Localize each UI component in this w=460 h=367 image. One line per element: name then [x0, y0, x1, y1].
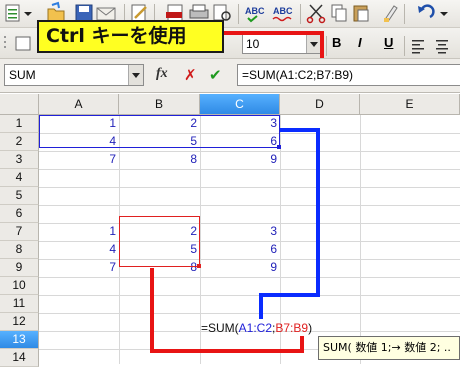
- accept-icon[interactable]: ✔: [209, 66, 222, 84]
- formula-ref2: B7:B9: [275, 321, 309, 335]
- row-header-6[interactable]: 6: [0, 205, 39, 223]
- formula-prefix: =SUM(: [201, 321, 239, 335]
- cell-a9[interactable]: 7: [39, 259, 119, 277]
- toolbar-separator: [326, 36, 327, 56]
- row-header-10[interactable]: 10: [0, 277, 39, 295]
- row-header-11[interactable]: 11: [0, 295, 39, 313]
- svg-text:ABC: ABC: [245, 6, 265, 16]
- email-icon[interactable]: [96, 7, 116, 21]
- name-box[interactable]: SUM: [4, 64, 144, 86]
- range-handle[interactable]: [197, 264, 201, 268]
- grid-line: [39, 169, 460, 170]
- svg-text:ABC: ABC: [273, 6, 293, 16]
- grid-line: [39, 187, 460, 188]
- grid-line: [39, 313, 460, 314]
- range-handle[interactable]: [277, 145, 281, 149]
- font-size-value: 10: [246, 37, 260, 51]
- open-folder-icon[interactable]: [47, 1, 65, 22]
- row-header-7[interactable]: 7: [0, 223, 39, 241]
- function-wizard-button[interactable]: fx: [156, 66, 178, 86]
- toolbar-separator: [404, 36, 405, 56]
- grid-line: [39, 277, 460, 278]
- reference-range-b7-b9: [119, 216, 200, 267]
- dropdown-arrow-icon[interactable]: [24, 12, 32, 16]
- cell-c13-editor[interactable]: =SUM(A1:C2;B7:B9): [201, 320, 312, 338]
- edit-file-icon[interactable]: [131, 4, 147, 22]
- cell-a8[interactable]: 4: [39, 241, 119, 259]
- caption-banner: Ctrl キーを使用: [37, 20, 224, 53]
- bold-button[interactable]: B: [332, 35, 341, 55]
- underline-button[interactable]: U: [384, 35, 393, 55]
- chevron-down-icon[interactable]: [128, 65, 143, 85]
- cell-c3[interactable]: 9: [200, 151, 280, 169]
- cancel-icon[interactable]: ✗: [184, 66, 197, 84]
- align-center-icon[interactable]: [436, 40, 448, 54]
- cell-c7[interactable]: 3: [200, 223, 280, 241]
- styles-icon: [15, 36, 31, 51]
- row-header-5[interactable]: 5: [0, 187, 39, 205]
- formula-text: =SUM(A1:C2;B7:B9): [242, 68, 354, 82]
- formula-input[interactable]: =SUM(A1:C2;B7:B9): [237, 64, 460, 86]
- grid-line: [360, 115, 361, 364]
- row-header-9[interactable]: 9: [0, 259, 39, 277]
- row-header-2[interactable]: 2: [0, 133, 39, 151]
- formula-ref1: A1:C2: [238, 321, 273, 335]
- function-tooltip: SUM( 数値 1;→ 数値 2; ..: [318, 336, 460, 360]
- reference-range-a1-c2: [39, 115, 280, 148]
- font-size-select[interactable]: 10: [242, 34, 322, 54]
- paste-icon[interactable]: [353, 5, 369, 22]
- print-icon[interactable]: [189, 4, 209, 19]
- new-document-icon[interactable]: [5, 4, 20, 22]
- grid-line: [39, 295, 460, 296]
- toolbar-grip: [4, 36, 31, 51]
- formula-suffix: ): [308, 321, 313, 335]
- name-box-value: SUM: [9, 68, 36, 82]
- save-icon[interactable]: [75, 4, 93, 22]
- column-header-a[interactable]: A: [39, 94, 119, 115]
- copy-icon[interactable]: [331, 4, 347, 22]
- row-header-4[interactable]: 4: [0, 169, 39, 187]
- column-header-d[interactable]: D: [280, 94, 360, 115]
- grid-line: [39, 205, 460, 206]
- column-header-b[interactable]: B: [119, 94, 200, 115]
- print-preview-icon[interactable]: [213, 4, 231, 21]
- undo-dropdown-icon[interactable]: [440, 12, 448, 16]
- row-header-8[interactable]: 8: [0, 241, 39, 259]
- cut-icon[interactable]: [306, 4, 326, 24]
- clone-formatting-icon[interactable]: [384, 5, 398, 22]
- alignment-icons: [412, 40, 448, 54]
- row-header-1[interactable]: 1: [0, 115, 39, 133]
- undo-icon[interactable]: [418, 4, 435, 19]
- chevron-down-icon[interactable]: [306, 35, 321, 53]
- row-header-3[interactable]: 3: [0, 151, 39, 169]
- autospellcheck-icon[interactable]: ABC: [272, 6, 293, 22]
- export-pdf-icon[interactable]: [166, 4, 183, 22]
- cell-b3[interactable]: 8: [119, 151, 200, 169]
- select-all-corner[interactable]: [0, 94, 39, 115]
- column-header-e[interactable]: E: [360, 94, 460, 115]
- cell-a7[interactable]: 1: [39, 223, 119, 241]
- cell-a3[interactable]: 7: [39, 151, 119, 169]
- spellcheck-icon[interactable]: ABC: [245, 6, 265, 23]
- align-left-icon[interactable]: [412, 40, 424, 54]
- row-header-12[interactable]: 12: [0, 313, 39, 331]
- cell-c8[interactable]: 6: [200, 241, 280, 259]
- italic-button[interactable]: I: [358, 35, 362, 55]
- row-header-13[interactable]: 13: [0, 331, 39, 349]
- column-header-c[interactable]: C: [200, 94, 280, 115]
- row-header-14[interactable]: 14: [0, 349, 39, 367]
- cell-c9[interactable]: 9: [200, 259, 280, 277]
